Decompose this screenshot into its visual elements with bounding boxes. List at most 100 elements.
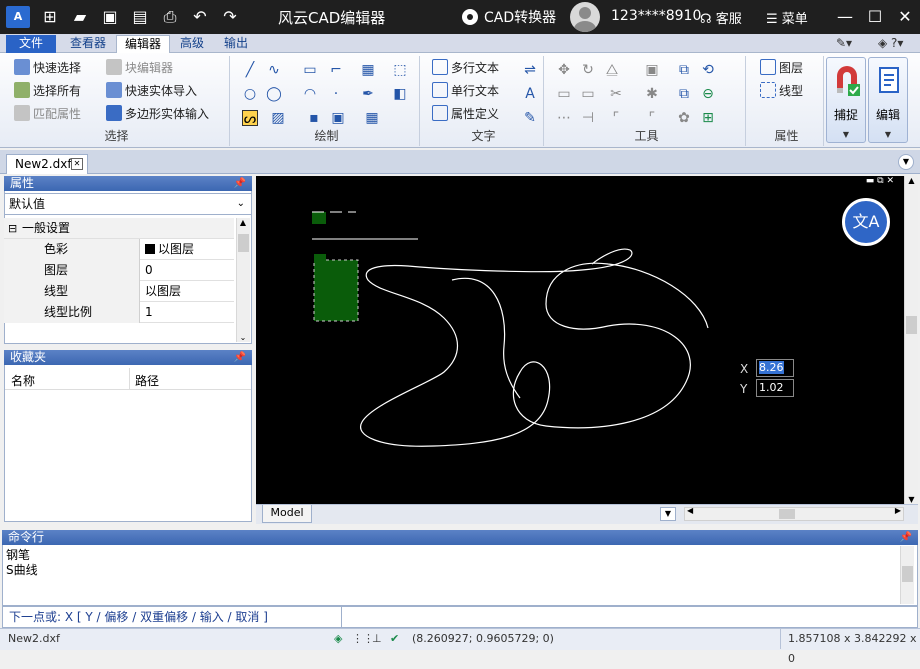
region-icon[interactable]: ◧ [392,86,408,102]
property-row-color[interactable]: 色彩 以图层 [4,239,234,260]
circle-icon[interactable]: ○ [242,86,258,102]
undo-icon[interactable]: ↶ [190,7,210,27]
quick-select-button[interactable]: 快速选择 [14,58,81,78]
column-name[interactable]: 名称 [11,372,35,389]
scroll-left-icon[interactable]: ◀ [687,506,693,515]
join-icon[interactable]: ⊖ [700,86,716,102]
explode-icon[interactable]: ✱ [644,86,660,102]
ortho-icon[interactable]: ⊥ [372,629,382,649]
scroll-thumb[interactable] [906,316,917,334]
print-icon[interactable]: ⎙ [160,7,180,27]
quick-entity-import-button[interactable]: 快速实体导入 [106,81,197,101]
document-tab[interactable]: New2.dxf ✕ [6,154,88,174]
polar-icon[interactable]: ✔ [390,629,399,649]
canvas-horizontal-scrollbar[interactable]: ◀ ▶ [684,506,904,521]
section-general-settings[interactable]: ⊟ 一般设置 [4,218,234,239]
layer-button[interactable]: 图层 [760,58,803,78]
ellipse-icon[interactable]: ◯ [266,86,282,102]
spline-icon[interactable]: ∿ [266,62,282,78]
command-prompt[interactable]: 下一点或: X [ Y / 偏移 / 双重偏移 / 输入 / 取消 ] [2,606,918,628]
table-icon[interactable]: ▦ [364,110,380,126]
tab-viewer[interactable]: 查看器 [62,35,114,53]
select-all-button[interactable]: 选择所有 [14,81,81,101]
save-pdf-icon[interactable]: ▤ [130,7,150,27]
properties-scrollbar[interactable]: ▲ ⌄ [236,218,250,342]
snap-button[interactable]: 捕捉 ▼ [826,57,866,143]
layout-dropdown-icon[interactable]: ▼ [660,507,676,521]
freehand-icon[interactable]: ᔕ [242,110,258,127]
redo-icon[interactable]: ↷ [220,7,240,27]
multiline-text-button[interactable]: 多行文本 [432,58,499,78]
mirror-icon[interactable]: ⧋ [604,62,620,78]
pin-icon[interactable]: 📌 [900,530,912,545]
snap-status-icon[interactable]: ◈ [334,629,342,649]
properties-selector[interactable]: 默认值 ⌄ [4,193,252,215]
single-line-text-button[interactable]: 单行文本 [432,81,499,101]
rectangle-icon[interactable]: ▭ [302,62,318,78]
array-icon[interactable]: ⟲ [700,62,716,78]
property-row-linetype[interactable]: 线型 以图层 [4,281,234,302]
hatch-dropdown-icon[interactable]: ⬚ [392,62,408,78]
tab-advanced[interactable]: 高级 [172,35,212,53]
property-value[interactable]: 0 [141,260,153,281]
trim-icon[interactable]: ✂ [608,86,624,102]
move-tool-icon[interactable]: ✥ [556,62,572,78]
stretch-icon[interactable]: ▭ [556,86,572,102]
linetype-button[interactable]: 线型 [760,81,803,101]
pin-icon[interactable]: 📌 [234,176,246,191]
property-value[interactable]: 以图层 [141,281,181,302]
polyline-icon[interactable]: ⌐ [328,62,344,78]
arc-icon[interactable]: ◠ [302,86,318,102]
canvas-window-controls[interactable]: ▬ ⧉ ✕ [866,176,894,186]
scroll-right-icon[interactable]: ▶ [895,506,901,515]
account-phone[interactable]: 123****8910 [611,8,701,24]
scroll-up-icon[interactable]: ▲ [905,176,918,185]
text-edit-icon[interactable]: ✎ [522,110,538,126]
scale-icon[interactable]: ▣ [644,62,660,78]
close-tab-icon[interactable]: ✕ [71,158,83,170]
scroll-up-icon[interactable]: ▲ [237,218,249,227]
pin-icon[interactable]: 📌 [234,350,246,365]
command-scrollbar[interactable] [900,546,914,604]
pen-icon[interactable]: ✒ [360,86,376,102]
s-curve[interactable] [360,248,709,447]
hatch-icon[interactable]: ▨ [270,110,286,126]
extend-icon[interactable]: ⊣ [580,110,596,126]
edit-button[interactable]: 编辑 ▼ [868,57,908,143]
property-row-linetype-scale[interactable]: 线型比例 1 [4,302,234,323]
measure-icon[interactable]: ⊞ [700,110,716,126]
maximize-button[interactable]: ☐ [862,4,888,30]
polygon-entity-input-button[interactable]: 多边形实体输入 [106,104,209,124]
property-value[interactable]: 以图层 [141,239,194,260]
collapse-icon[interactable]: ⊟ [8,218,17,239]
column-path[interactable]: 路径 [135,372,159,389]
fillet-icon[interactable]: ⌜ [608,110,624,126]
close-button[interactable]: ✕ [892,4,918,30]
block-editor-button[interactable]: 块编辑器 [106,58,173,78]
scroll-down-icon[interactable]: ▼ [905,495,918,504]
x-coordinate-input[interactable]: 8.26 [756,359,794,377]
avatar[interactable] [570,2,600,32]
tab-output[interactable]: 输出 [216,35,256,53]
curve-segment[interactable] [451,277,521,399]
chamfer-icon[interactable]: ⌜ [644,110,660,126]
attribute-definition-button[interactable]: 属性定义 [432,104,499,124]
tab-editor[interactable]: 编辑器 [116,35,171,53]
customer-service-button[interactable]: ☊ 客服 [700,8,742,27]
canvas-vertical-scrollbar[interactable]: ▲ ▼ [904,176,918,504]
tabs-dropdown-icon[interactable]: ▼ [898,154,914,170]
scroll-down-icon[interactable]: ⌄ [237,333,249,342]
offset-icon[interactable]: ▭ [580,86,596,102]
insert-block-icon[interactable]: ▦ [360,62,376,78]
translate-icon[interactable]: 文A [842,198,890,246]
copy-icon[interactable]: ⧉ [676,62,692,78]
dot-icon[interactable]: ▪ [306,110,322,126]
save-icon[interactable]: ▣ [100,7,120,27]
break-icon[interactable]: ⋯ [556,110,572,126]
property-value[interactable]: 1 [141,302,153,323]
group-icon[interactable]: ⧉ [676,86,692,102]
open-folder-icon[interactable]: ▰ [70,7,90,27]
y-coordinate-input[interactable]: 1.02 [756,379,794,397]
new-icon[interactable]: ⊞ [40,7,60,27]
minimize-button[interactable]: — [832,4,858,30]
